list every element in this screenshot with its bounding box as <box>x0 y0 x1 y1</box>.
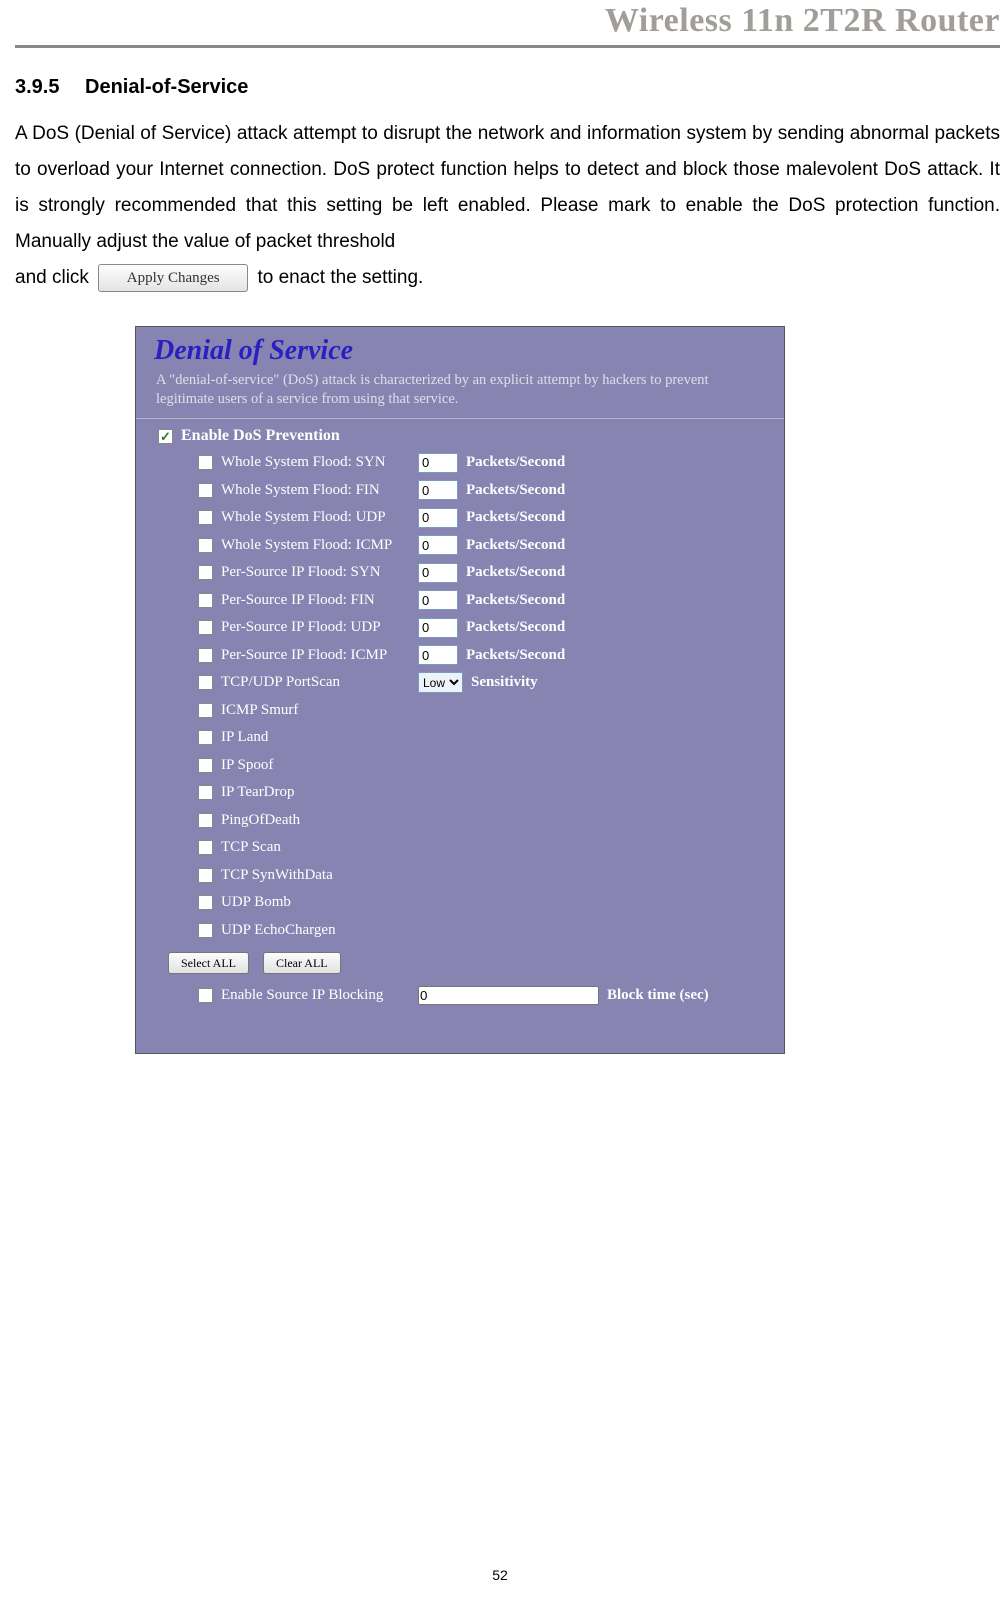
body-text-prefix: and click <box>15 267 94 288</box>
dos-panel-screenshot: Denial of Service A "denial-of-service" … <box>135 326 785 1054</box>
option-label: IP Spoof <box>213 757 418 774</box>
option-value-input[interactable] <box>418 535 458 555</box>
option-row: TCP Scan <box>198 834 784 862</box>
option-checkbox[interactable] <box>198 538 213 553</box>
option-value-input[interactable] <box>418 508 458 528</box>
option-value-input[interactable] <box>418 618 458 638</box>
sensitivity-select[interactable]: Low <box>418 672 463 693</box>
block-time-input[interactable] <box>418 986 599 1005</box>
enable-dos-label: Enable DoS Prevention <box>181 427 340 445</box>
body-text-suffix: to enact the setting. <box>257 267 423 288</box>
section-title: Denial-of-Service <box>85 76 248 99</box>
option-unit: Packets/Second <box>458 482 565 499</box>
option-row: Whole System Flood: UDP Packets/Second <box>198 504 784 532</box>
option-row: Per-Source IP Flood: FIN Packets/Second <box>198 587 784 615</box>
option-checkbox[interactable] <box>198 455 213 470</box>
option-unit: Packets/Second <box>458 564 565 581</box>
option-row: ICMP Smurf <box>198 697 784 725</box>
option-unit: Packets/Second <box>458 509 565 526</box>
option-checkbox[interactable] <box>198 648 213 663</box>
option-checkbox[interactable] <box>198 895 213 910</box>
option-checkbox[interactable] <box>198 813 213 828</box>
option-unit: Packets/Second <box>458 619 565 636</box>
option-row: IP Land <box>198 724 784 752</box>
option-label: Whole System Flood: FIN <box>213 482 418 499</box>
option-checkbox[interactable] <box>198 620 213 635</box>
option-row: Whole System Flood: SYN Packets/Second <box>198 449 784 477</box>
option-label: Per-Source IP Flood: SYN <box>213 564 418 581</box>
option-label: ICMP Smurf <box>213 702 418 719</box>
option-checkbox[interactable] <box>198 703 213 718</box>
clear-all-button[interactable]: Clear ALL <box>263 952 341 974</box>
option-value-input[interactable] <box>418 645 458 665</box>
enable-dos-checkbox[interactable]: ✓ <box>158 429 173 444</box>
enable-source-ip-blocking-label: Enable Source IP Blocking <box>213 987 418 1004</box>
option-label: TCP/UDP PortScan <box>213 674 418 691</box>
option-unit: Packets/Second <box>458 592 565 609</box>
option-label: IP TearDrop <box>213 784 418 801</box>
option-label: Whole System Flood: SYN <box>213 454 418 471</box>
page-number: 52 <box>0 1567 1000 1583</box>
option-label: PingOfDeath <box>213 812 418 829</box>
option-label: TCP Scan <box>213 839 418 856</box>
option-row: TCP/UDP PortScanLowSensitivity <box>198 669 784 697</box>
option-row: Whole System Flood: FIN Packets/Second <box>198 477 784 505</box>
option-row: Per-Source IP Flood: UDP Packets/Second <box>198 614 784 642</box>
apply-changes-button-inline: Apply Changes <box>98 264 248 292</box>
option-checkbox[interactable] <box>198 483 213 498</box>
panel-title: Denial of Service <box>136 327 784 369</box>
section-number: 3.9.5 <box>15 76 59 99</box>
option-checkbox[interactable] <box>198 730 213 745</box>
option-checkbox[interactable] <box>198 840 213 855</box>
option-value-input[interactable] <box>418 563 458 583</box>
option-row: UDP Bomb <box>198 889 784 917</box>
option-label: UDP Bomb <box>213 894 418 911</box>
option-checkbox[interactable] <box>198 593 213 608</box>
option-label: Whole System Flood: UDP <box>213 509 418 526</box>
option-label: UDP EchoChargen <box>213 922 418 939</box>
option-checkbox[interactable] <box>198 758 213 773</box>
option-value-input[interactable] <box>418 480 458 500</box>
option-row: IP TearDrop <box>198 779 784 807</box>
option-value-input[interactable] <box>418 453 458 473</box>
option-row: TCP SynWithData <box>198 862 784 890</box>
option-checkbox[interactable] <box>198 923 213 938</box>
option-checkbox[interactable] <box>198 868 213 883</box>
option-checkbox[interactable] <box>198 565 213 580</box>
body-text-1: A DoS (Denial of Service) attack attempt… <box>15 123 1000 252</box>
option-value-input[interactable] <box>418 590 458 610</box>
option-row: Per-Source IP Flood: ICMP Packets/Second <box>198 642 784 670</box>
option-checkbox[interactable] <box>198 785 213 800</box>
option-unit: Packets/Second <box>458 537 565 554</box>
option-checkbox[interactable] <box>198 675 213 690</box>
option-row: UDP EchoChargen <box>198 917 784 945</box>
option-unit: Packets/Second <box>458 454 565 471</box>
body-paragraph: A DoS (Denial of Service) attack attempt… <box>15 116 1000 296</box>
block-time-unit: Block time (sec) <box>599 987 709 1004</box>
option-row: Whole System Flood: ICMP Packets/Second <box>198 532 784 560</box>
option-checkbox[interactable] <box>198 510 213 525</box>
option-row: PingOfDeath <box>198 807 784 835</box>
option-label: Whole System Flood: ICMP <box>213 537 418 554</box>
header-title: Wireless 11n 2T2R Router <box>605 2 1000 40</box>
panel-description: A "denial-of-service" (DoS) attack is ch… <box>136 369 784 415</box>
header-bar: Wireless 11n 2T2R Router <box>15 8 1000 48</box>
option-label: Per-Source IP Flood: ICMP <box>213 647 418 664</box>
option-label: Per-Source IP Flood: UDP <box>213 619 418 636</box>
option-row: IP Spoof <box>198 752 784 780</box>
option-unit: Sensitivity <box>463 674 538 691</box>
option-label: TCP SynWithData <box>213 867 418 884</box>
select-all-button[interactable]: Select ALL <box>168 952 249 974</box>
option-label: Per-Source IP Flood: FIN <box>213 592 418 609</box>
divider <box>136 418 784 419</box>
option-unit: Packets/Second <box>458 647 565 664</box>
enable-source-ip-blocking-checkbox[interactable] <box>198 988 213 1003</box>
option-label: IP Land <box>213 729 418 746</box>
option-row: Per-Source IP Flood: SYN Packets/Second <box>198 559 784 587</box>
